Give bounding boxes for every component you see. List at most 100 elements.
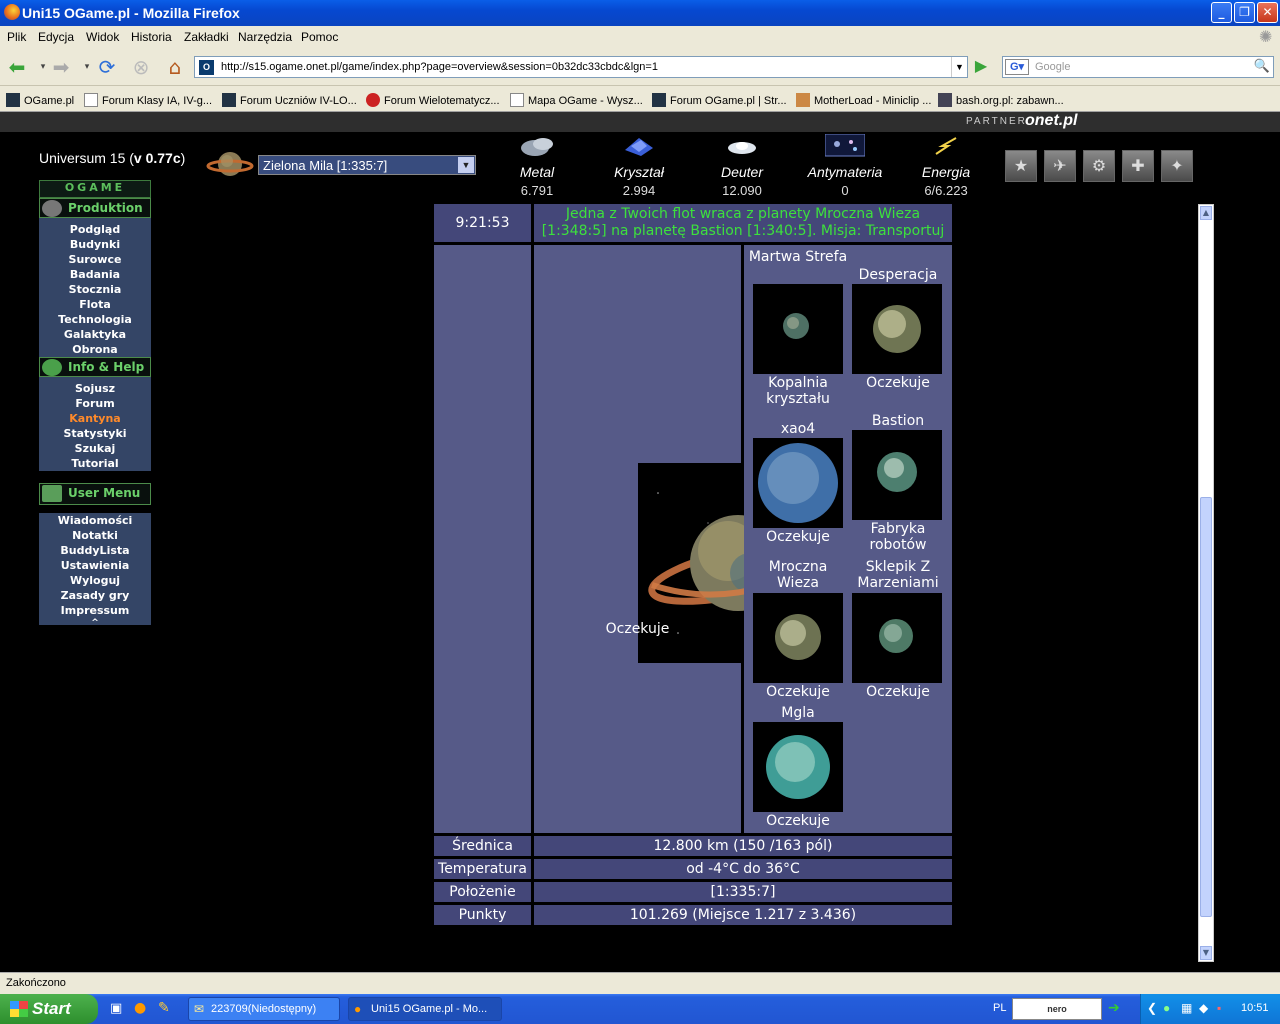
menu-widok[interactable]: Widok bbox=[86, 30, 119, 44]
language-indicator[interactable]: PL bbox=[993, 1002, 1006, 1014]
planet-name[interactable]: Desperacja bbox=[848, 267, 948, 283]
bookmark-item[interactable]: bash.org.pl: zabawn... bbox=[938, 93, 1064, 107]
engineer-gear-icon[interactable]: ⚙ bbox=[1083, 150, 1115, 182]
info-value[interactable]: [1:335:7] bbox=[534, 882, 952, 902]
menu-item-sojusz[interactable]: Sojusz bbox=[39, 381, 151, 396]
current-planet-thumbnail[interactable] bbox=[206, 144, 254, 184]
menu-item-technologia[interactable]: Technologia bbox=[39, 312, 151, 327]
planet-name[interactable]: Bastion bbox=[848, 413, 948, 429]
menu-narzedzia[interactable]: Narzędzia bbox=[238, 30, 292, 44]
menu-item-galaktyka[interactable]: Galaktyka bbox=[39, 327, 151, 342]
menu-item-forum[interactable]: Forum bbox=[39, 396, 151, 411]
menu-edycja[interactable]: Edycja bbox=[38, 30, 74, 44]
reload-icon[interactable]: ⟳ bbox=[94, 54, 120, 80]
chevron-down-icon[interactable]: ▼ bbox=[458, 157, 474, 173]
menu-item-wiadomosci[interactable]: Wiadomości bbox=[39, 513, 151, 528]
bookmark-item[interactable]: Mapa OGame - Wysz... bbox=[510, 93, 643, 107]
forward-icon[interactable]: ➡ bbox=[48, 54, 74, 80]
planet-name[interactable]: Mgla bbox=[748, 705, 848, 721]
menu-historia[interactable]: Historia bbox=[131, 30, 172, 44]
quicklaunch-firefox-icon[interactable]: ● bbox=[134, 1000, 146, 1016]
spacer bbox=[39, 505, 151, 513]
bookmark-item[interactable]: Forum Klasy IA, IV-g... bbox=[84, 93, 212, 107]
planet-select[interactable]: Zielona Mila [1:335:7] ▼ bbox=[258, 155, 476, 175]
bookmark-item[interactable]: Forum Wielotematycz... bbox=[366, 93, 500, 107]
menu-item-flota[interactable]: Flota bbox=[39, 297, 151, 312]
onet-logo[interactable]: onet.pl bbox=[1025, 112, 1077, 130]
arrow-right-icon[interactable]: ➔ bbox=[1108, 1000, 1120, 1016]
commander-star-icon[interactable]: ★ bbox=[1005, 150, 1037, 182]
planet-name[interactable]: Martwa Strefa bbox=[748, 249, 848, 265]
menu-zakladki[interactable]: Zakładki bbox=[184, 30, 229, 44]
minimize-button[interactable]: _ bbox=[1211, 2, 1232, 23]
planet-image[interactable] bbox=[852, 284, 942, 374]
menu-item-notatki[interactable]: Notatki bbox=[39, 528, 151, 543]
taskbar-button-firefox[interactable]: ● Uni15 OGame.pl - Mo... bbox=[348, 997, 502, 1021]
menu-collapse-button[interactable]: ^ bbox=[39, 618, 151, 628]
planet-image[interactable] bbox=[753, 438, 843, 528]
tray-messenger-icon[interactable]: ● bbox=[1163, 1001, 1170, 1015]
planet-image[interactable] bbox=[753, 593, 843, 683]
search-icon[interactable]: 🔍 bbox=[1253, 58, 1271, 76]
admiral-icon[interactable]: ✈ bbox=[1044, 150, 1076, 182]
planet-image[interactable] bbox=[852, 430, 942, 520]
planet-image[interactable] bbox=[852, 593, 942, 683]
search-input[interactable]: Google bbox=[1035, 61, 1070, 73]
planet-name[interactable]: Sklepik Z Marzeniami bbox=[848, 559, 948, 591]
maximize-button[interactable]: ❐ bbox=[1234, 2, 1255, 23]
menu-item-ustawienia[interactable]: Ustawienia bbox=[39, 558, 151, 573]
menu-item-szukaj[interactable]: Szukaj bbox=[39, 441, 151, 456]
menu-item-stocznia[interactable]: Stocznia bbox=[39, 282, 151, 297]
bookmark-item[interactable]: Forum Uczniów IV-LO... bbox=[222, 93, 357, 107]
tray-expand-icon[interactable]: ❮ bbox=[1147, 1001, 1157, 1015]
menu-item-badania[interactable]: Badania bbox=[39, 267, 151, 282]
scroll-down-icon[interactable]: ▼ bbox=[1200, 946, 1212, 960]
planet-name[interactable]: Mroczna Wieza bbox=[748, 559, 848, 591]
search-engine-icon[interactable]: G▾ bbox=[1005, 59, 1029, 75]
start-button[interactable]: Start bbox=[0, 994, 98, 1024]
menu-item-surowce[interactable]: Surowce bbox=[39, 252, 151, 267]
back-icon[interactable]: ⬅ bbox=[4, 54, 30, 80]
nero-search-box[interactable]: nero bbox=[1012, 998, 1102, 1020]
planet-name[interactable]: xao4 bbox=[748, 421, 848, 437]
quicklaunch-app-icon[interactable]: ✎ bbox=[158, 1000, 170, 1016]
stop-icon[interactable]: ⊗ bbox=[128, 54, 154, 80]
menu-item-obrona[interactable]: Obrona bbox=[39, 342, 151, 357]
ogame-logo[interactable]: OGAME bbox=[39, 180, 151, 198]
menu-item-tutorial[interactable]: Tutorial bbox=[39, 456, 151, 471]
planet-image[interactable] bbox=[753, 284, 843, 374]
scrollbar-thumb[interactable] bbox=[1200, 497, 1212, 917]
url-bar[interactable]: O http://s15.ogame.onet.pl/game/index.ph… bbox=[194, 56, 968, 78]
go-icon[interactable]: ▶ bbox=[970, 56, 992, 78]
menu-item-budynki[interactable]: Budynki bbox=[39, 237, 151, 252]
tray-volume-icon[interactable]: ◆ bbox=[1199, 1001, 1208, 1015]
url-dropdown-icon[interactable]: ▼ bbox=[951, 57, 967, 77]
planet-image[interactable] bbox=[753, 722, 843, 812]
clock[interactable]: 10:51 bbox=[1241, 1002, 1269, 1014]
technocrat-icon[interactable]: ✦ bbox=[1161, 150, 1193, 182]
bookmark-item[interactable]: OGame.pl bbox=[6, 93, 74, 107]
search-box[interactable]: G▾ Google 🔍 bbox=[1002, 56, 1274, 78]
menu-item-kantyna[interactable]: Kantyna bbox=[39, 411, 151, 426]
home-icon[interactable]: ⌂ bbox=[162, 54, 188, 80]
bookmark-item[interactable]: MotherLoad - Miniclip ... bbox=[796, 93, 931, 107]
taskbar-button-messenger[interactable]: ✉ 223709(Niedostępny) bbox=[188, 997, 340, 1021]
menu-item-zasady-gry[interactable]: Zasady gry bbox=[39, 588, 151, 603]
geologist-icon[interactable]: ✚ bbox=[1122, 150, 1154, 182]
menu-item-buddylista[interactable]: BuddyLista bbox=[39, 543, 151, 558]
menu-item-podglad[interactable]: Podgląd bbox=[39, 222, 151, 237]
bookmark-item[interactable]: Forum OGame.pl | Str... bbox=[652, 93, 787, 107]
scroll-up-icon[interactable]: ▲ bbox=[1200, 206, 1212, 220]
menu-item-wyloguj[interactable]: Wyloguj bbox=[39, 573, 151, 588]
tray-network-icon[interactable]: ▦ bbox=[1181, 1001, 1192, 1015]
menu-pomoc[interactable]: Pomoc bbox=[301, 30, 338, 44]
menu-item-impressum[interactable]: Impressum bbox=[39, 603, 151, 618]
quicklaunch-desktop-icon[interactable]: ▣ bbox=[110, 1001, 122, 1016]
menu-plik[interactable]: Plik bbox=[7, 30, 26, 44]
vertical-scrollbar[interactable]: ▲ ▼ bbox=[1198, 204, 1214, 962]
fleet-message[interactable]: Jedna z Twoich flot wraca z planety Mroc… bbox=[534, 204, 952, 242]
menu-item-statystyki[interactable]: Statystyki bbox=[39, 426, 151, 441]
info-value[interactable]: 101.269 (Miejsce 1.217 z 3.436) bbox=[534, 905, 952, 925]
close-button[interactable]: ✕ bbox=[1257, 2, 1278, 23]
tray-security-icon[interactable]: ▪ bbox=[1217, 1001, 1221, 1015]
